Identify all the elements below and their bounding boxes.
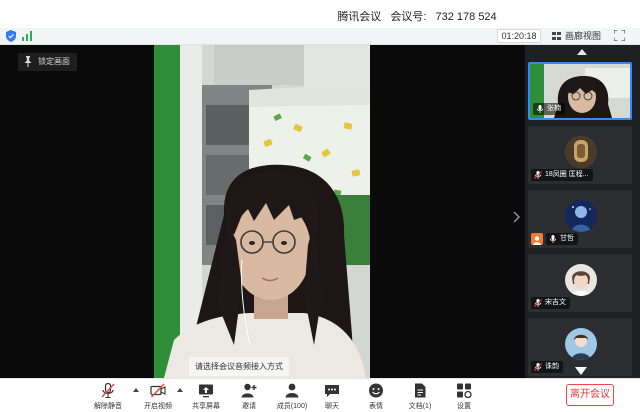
leave-meeting-button[interactable]: 离开会议 — [566, 384, 614, 406]
settings-button[interactable]: 设置 — [450, 381, 478, 411]
avatar — [565, 264, 597, 296]
host-badge-icon — [531, 233, 543, 245]
chat-icon — [325, 385, 339, 397]
chat-button[interactable]: 聊天 — [318, 381, 346, 411]
share-screen-button[interactable]: 共享屏幕 — [187, 381, 225, 411]
main-video-stage[interactable]: 锁定画面 请选择会议音频接入方式 — [0, 45, 525, 378]
avatar — [565, 200, 597, 232]
lock-view-button[interactable]: 锁定画面 — [18, 53, 77, 71]
mic-muted-icon — [534, 171, 542, 179]
participant-name: 张楠 — [547, 105, 561, 112]
chat-label: 聊天 — [325, 403, 339, 410]
participant-tile[interactable]: 18凤圈 匡程... — [528, 126, 632, 184]
meeting-timer: 01:20:18 — [497, 29, 541, 43]
scroll-down-icon[interactable] — [575, 367, 587, 375]
emoji-button[interactable]: 表情 — [362, 381, 390, 411]
participant-name-tag: 张楠 — [533, 103, 565, 115]
participant-name: 诛韵 — [545, 363, 559, 370]
gallery-grid-icon — [552, 32, 561, 40]
panel-header — [525, 45, 640, 59]
audio-options-caret-icon[interactable] — [133, 388, 139, 392]
lock-view-label: 锁定画面 — [38, 57, 70, 66]
participant-panel: 张楠 18凤圈 匡程... 甘哲 宋吉文 诛韵 — [525, 45, 640, 378]
avatar — [565, 136, 597, 168]
document-icon — [415, 383, 426, 398]
speaker-video-frame — [154, 45, 370, 378]
meeting-id-label: 会议号: — [390, 11, 427, 23]
documents-label: 文档(1) — [408, 403, 432, 410]
chevron-right-icon[interactable] — [512, 211, 520, 223]
video-options-caret-icon[interactable] — [177, 388, 183, 392]
mic-muted-icon — [534, 363, 542, 371]
participant-name-tag: 甘哲 — [546, 233, 578, 245]
participant-name: 18凤圈 匡程... — [545, 171, 589, 178]
mic-icon — [536, 105, 544, 113]
invite-icon — [241, 383, 257, 398]
signal-icon[interactable] — [22, 31, 34, 41]
share-screen-icon — [199, 384, 213, 398]
bottom-toolbar: 解除静音 开启视频 共享屏幕 邀请 成员(100) 聊天 表情 文档(1) 设置… — [0, 378, 640, 412]
invite-label: 邀请 — [242, 403, 256, 410]
speaker-video — [154, 45, 370, 378]
participant-tile[interactable]: 张楠 — [528, 62, 632, 120]
participant-name: 甘哲 — [560, 235, 574, 242]
share-screen-label: 共享屏幕 — [192, 403, 220, 410]
collapse-up-icon[interactable] — [577, 49, 587, 55]
members-button[interactable]: 成员(100) — [273, 381, 311, 411]
gallery-view-label: 画廊视图 — [565, 31, 602, 41]
fullscreen-icon[interactable] — [614, 30, 625, 41]
members-icon — [285, 383, 299, 398]
window-title: 腾讯会议 会议号: 732 178 524 — [0, 8, 640, 24]
participant-name-tag: 宋吉文 — [531, 297, 570, 309]
settings-label: 设置 — [457, 403, 471, 410]
participant-name-tag: 诛韵 — [531, 361, 563, 373]
mic-muted-icon — [101, 383, 115, 398]
settings-icon — [457, 383, 472, 398]
start-video-label: 开启视频 — [144, 403, 172, 410]
meeting-id: 732 178 524 — [435, 11, 497, 23]
start-video-button[interactable]: 开启视频 — [140, 381, 176, 411]
camera-off-icon — [150, 383, 166, 398]
documents-button[interactable]: 文档(1) — [403, 381, 437, 411]
invite-button[interactable]: 邀请 — [233, 381, 265, 411]
participant-tile[interactable]: 甘哲 — [528, 190, 632, 248]
pin-icon — [24, 56, 32, 67]
mic-icon — [549, 235, 557, 243]
audio-join-prompt[interactable]: 请选择会议音频接入方式 — [189, 357, 289, 376]
members-label: 成员(100) — [276, 403, 308, 410]
gallery-view-button[interactable]: 画廊视图 — [552, 29, 601, 43]
avatar — [565, 328, 597, 360]
unmute-button[interactable]: 解除静音 — [90, 381, 126, 411]
participant-name-tag: 18凤圈 匡程... — [531, 169, 593, 181]
shield-icon[interactable] — [6, 30, 16, 42]
emoji-icon — [369, 383, 383, 398]
unmute-label: 解除静音 — [94, 403, 122, 410]
title-bar: 腾讯会议 会议号: 732 178 524 — [0, 0, 640, 28]
participant-name: 宋吉文 — [545, 299, 566, 306]
meeting-status-bar: 01:20:18 画廊视图 — [0, 28, 640, 45]
app-name: 腾讯会议 — [337, 11, 382, 23]
emoji-label: 表情 — [369, 403, 383, 410]
mic-muted-icon — [534, 299, 542, 307]
participant-tile[interactable]: 宋吉文 — [528, 254, 632, 312]
